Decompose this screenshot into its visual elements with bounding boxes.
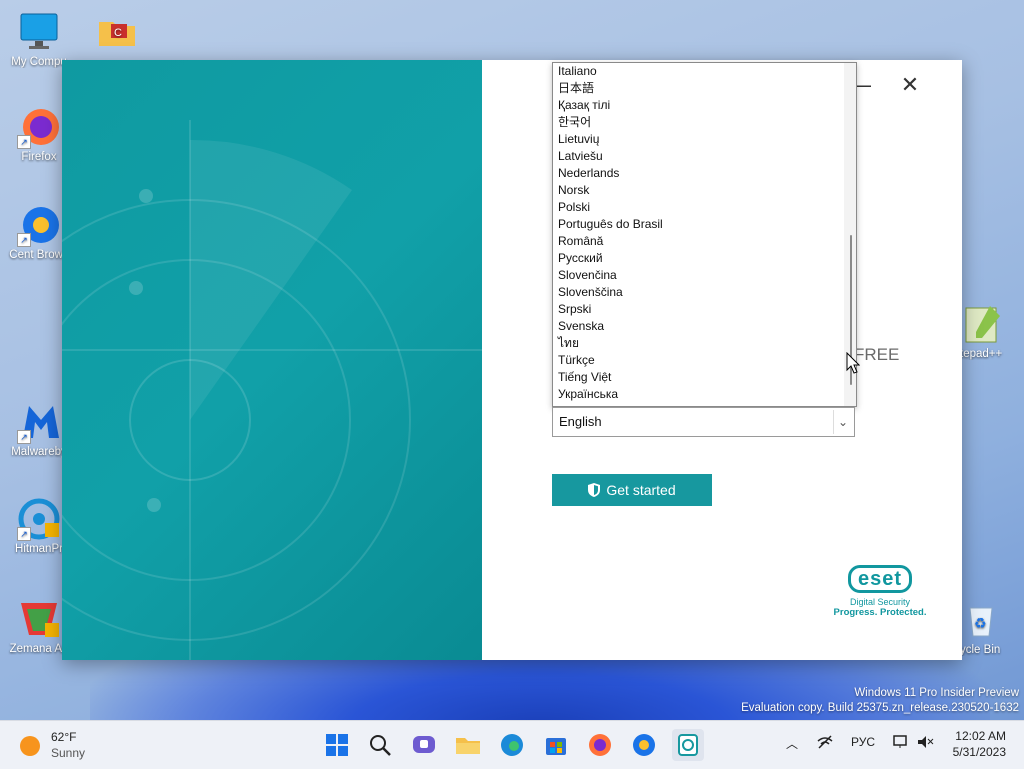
taskbar: 62°F Sunny ︿ РУС 12:02 AM 5/31/2023 (0, 720, 1024, 769)
language-option[interactable]: Tiếng Việt (553, 369, 856, 386)
shortcut-arrow-icon: ↗ (17, 527, 31, 541)
eset-installer-window: — ✕ FREE Italiano 日本語 Қазақ тілі 한국어 Lietuvi… (62, 60, 962, 660)
cent-browser-icon[interactable] (628, 729, 660, 761)
language-option[interactable]: Italiano (553, 63, 856, 80)
computer-icon (17, 10, 61, 54)
language-option[interactable]: Türkçe (553, 352, 856, 369)
language-option[interactable]: Română (553, 233, 856, 250)
mouse-cursor-icon (846, 352, 860, 374)
windows-watermark: Windows 11 Pro Insider Preview Evaluatio… (741, 687, 1019, 714)
search-icon[interactable] (364, 729, 396, 761)
display-icon[interactable] (892, 733, 910, 754)
firefox-icon: ↗ (17, 105, 61, 149)
language-option[interactable]: Nederlands (553, 165, 856, 182)
folder-icon: C (95, 10, 139, 54)
firefox-icon[interactable] (584, 729, 616, 761)
zemana-icon (17, 597, 61, 641)
file-explorer-icon[interactable] (452, 729, 484, 761)
shortcut-arrow-icon: ↗ (17, 135, 31, 149)
store-icon[interactable] (540, 729, 572, 761)
volume-muted-icon[interactable] (916, 733, 934, 754)
close-button[interactable]: ✕ (892, 72, 928, 98)
svg-text:C: C (114, 27, 122, 39)
recycle-bin-icon: ♻ (958, 598, 1002, 642)
show-hidden-icons-button[interactable]: ︿ (786, 735, 798, 752)
language-options: Italiano 日本語 Қазақ тілі 한국어 Lietuvių Latviešu… (553, 63, 856, 403)
language-option[interactable]: Norsk (553, 182, 856, 199)
meet-icon[interactable] (408, 729, 440, 761)
shortcut-arrow-icon: ↗ (17, 430, 31, 444)
language-option[interactable]: Latviešu (553, 148, 856, 165)
language-option[interactable]: Português do Brasil (553, 216, 856, 233)
eset-logo: eset Digital Security Progress. Protecte… (830, 565, 930, 618)
svg-text:♻: ♻ (974, 616, 987, 632)
radar-graphic (62, 120, 482, 660)
system-clock[interactable]: 12:02 AM 5/31/2023 (953, 728, 1006, 760)
language-option[interactable]: 한국어 (553, 114, 856, 131)
shortcut-arrow-icon: ↗ (17, 233, 31, 247)
language-option[interactable]: Українська (553, 386, 856, 403)
hitmanpro-icon: ↗ (17, 497, 61, 541)
get-started-button[interactable]: Get started (552, 474, 712, 506)
notepadpp-icon (960, 302, 1004, 346)
cent-browser-icon: ↗ (17, 203, 61, 247)
desktop-icon-folder[interactable]: C (80, 10, 154, 56)
language-option[interactable]: Polski (553, 199, 856, 216)
language-option[interactable]: Svenska (553, 318, 856, 335)
language-option[interactable]: Lietuvių (553, 131, 856, 148)
installer-banner (62, 60, 482, 660)
network-icon[interactable] (816, 733, 834, 754)
language-option[interactable]: Slovenčina (553, 267, 856, 284)
eset-installer-icon[interactable] (672, 729, 704, 761)
language-select[interactable]: English ⌄ (552, 407, 855, 437)
language-option[interactable]: Srpski (553, 301, 856, 318)
start-icon[interactable] (321, 729, 353, 761)
language-option[interactable]: Русский (553, 250, 856, 267)
free-label: FREE (854, 345, 900, 364)
language-option[interactable]: ไทย (553, 335, 856, 352)
sun-icon (20, 736, 40, 756)
edge-icon[interactable] (496, 729, 528, 761)
language-dropdown-list[interactable]: Italiano 日本語 Қазақ тілі 한국어 Lietuvių Latviešu… (552, 62, 857, 407)
selected-language: English (559, 414, 602, 429)
chevron-down-icon[interactable]: ⌄ (833, 410, 852, 434)
language-option[interactable]: 日本語 (553, 80, 856, 97)
language-indicator[interactable]: РУС (851, 735, 875, 749)
malwarebytes-icon: ↗ (17, 400, 61, 444)
language-option[interactable]: Slovenščina (553, 284, 856, 301)
shield-icon (588, 483, 601, 497)
language-option[interactable]: Қазақ тілі (553, 97, 856, 114)
